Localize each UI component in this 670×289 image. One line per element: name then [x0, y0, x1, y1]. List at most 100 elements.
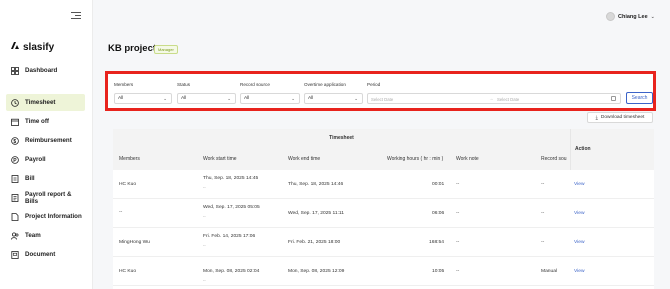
cell-work-end: Mon, Sep. 08, 2025 12:09 [288, 269, 345, 274]
sidebar-item-label: Payroll [25, 156, 46, 163]
column-header-work-note: Work note [456, 156, 479, 162]
table-row: -- Wed, Sep. 17, 2025 05:05 -- Wed, Sep.… [113, 199, 654, 228]
sidebar-item-label: Reimbursement [25, 137, 72, 144]
status-select[interactable]: All ⌄ [177, 93, 236, 104]
cell-work-start-sub: -- [203, 242, 206, 247]
members-select[interactable]: All ⌄ [114, 93, 172, 104]
view-link[interactable]: View [574, 269, 585, 274]
sidebar-item-label: Time off [25, 118, 49, 125]
overtime-filter-label: Overtime application [304, 82, 346, 87]
page-title: KB project [108, 43, 157, 54]
table-row: MingHong Wu Fri. Feb. 14, 2025 17:06 -- … [113, 228, 654, 257]
sidebar-item-label: Project Information [25, 213, 82, 220]
user-menu[interactable]: Chiang Lee ⌄ [606, 12, 655, 21]
column-header-working-hours: Working hours ( hr : min ) [387, 156, 444, 162]
period-end-input[interactable]: Select Date [497, 97, 519, 102]
logo-mark-icon [10, 41, 20, 53]
cell-work-note: -- [456, 269, 460, 274]
sidebar-item-time-off[interactable]: Time off [6, 113, 85, 130]
timesheet-icon [11, 98, 19, 107]
chevron-down-icon: ⌄ [163, 96, 167, 101]
dollar-icon: $ [11, 136, 19, 145]
timesheet-table: Timesheet Action Members Work start time… [113, 129, 654, 289]
chevron-down-icon: ⌄ [291, 96, 295, 101]
sidebar-item-dashboard[interactable]: Dashboard [6, 62, 85, 79]
role-badge: Manager [154, 45, 178, 54]
bill-icon [11, 174, 19, 183]
status-select-value: All [181, 96, 187, 101]
column-header-work-end: Work end time [288, 156, 321, 162]
period-start-input[interactable]: Select Date [371, 97, 393, 102]
sidebar-item-label: Timesheet [25, 99, 56, 106]
record-source-select[interactable]: All ⌄ [240, 93, 300, 104]
cell-member: MingHong Wu [119, 240, 150, 245]
user-name: Chiang Lee [618, 13, 648, 20]
svg-text:$: $ [13, 139, 16, 145]
column-header-work-start: Work start time [203, 156, 237, 162]
cell-work-end: Thu, Sep. 18, 2025 14:46 [288, 182, 344, 187]
download-label: Download timesheet [600, 115, 645, 120]
cell-work-start-sub: -- [203, 277, 206, 282]
cell-work-start: Mon, Sep. 08, 2025 02:04 [203, 269, 260, 274]
view-link[interactable]: View [574, 240, 585, 245]
sidebar-item-timesheet[interactable]: Timesheet [6, 94, 85, 111]
brand-name: slasify [23, 41, 55, 53]
cell-record-source: -- [541, 182, 545, 187]
overtime-select[interactable]: All ⌄ [304, 93, 363, 104]
search-button[interactable]: Search [626, 92, 653, 104]
cell-work-start-sub: -- [203, 213, 206, 218]
sidebar-item-project-information[interactable]: Project Information [6, 208, 85, 225]
table-group-header: Timesheet [113, 129, 570, 147]
collapse-menu-icon[interactable] [71, 12, 81, 21]
cell-working-hours: 168:54 [429, 240, 444, 245]
sidebar-item-payroll[interactable]: P Payroll [6, 151, 85, 168]
folder-icon [11, 250, 19, 259]
cell-record-source: -- [541, 211, 545, 216]
cell-record-source: -- [541, 240, 545, 245]
download-timesheet-button[interactable]: ⤓ Download timesheet [587, 112, 653, 123]
view-link[interactable]: View [574, 211, 585, 216]
sidebar-item-document[interactable]: Document [6, 246, 85, 263]
members-select-value: All [118, 96, 124, 101]
chevron-down-icon: ⌄ [354, 96, 358, 101]
download-icon: ⤓ [595, 114, 598, 121]
sidebar-item-label: Dashboard [25, 67, 58, 74]
cell-member: HC Kuo [119, 182, 137, 187]
calendar-icon [11, 118, 19, 126]
cell-working-hours: 10:05 [432, 269, 445, 274]
cell-working-hours: 06:06 [432, 211, 445, 216]
record-source-select-value: All [244, 96, 250, 101]
sidebar-item-payroll-report[interactable]: Payroll report & Bills [6, 189, 85, 206]
cell-record-source: Manual [541, 269, 558, 274]
report-icon [11, 193, 19, 202]
table-header-row: Members Work start time Work end time Wo… [113, 147, 570, 170]
cell-work-start: Thu, Sep. 18, 2025 14:45 [203, 176, 259, 181]
sidebar-item-team[interactable]: Team [6, 227, 85, 244]
calendar-icon[interactable] [611, 96, 616, 101]
column-header-members: Members [119, 156, 140, 162]
action-column-header: Action [570, 129, 654, 170]
period-range-picker[interactable]: Select Date → Select Date [367, 93, 621, 104]
overtime-select-value: All [308, 96, 314, 101]
cell-work-note: -- [456, 211, 460, 216]
cell-work-note: -- [456, 240, 460, 245]
view-link[interactable]: View [574, 182, 585, 187]
cell-work-start: Fri. Feb. 14, 2025 17:06 [203, 234, 256, 239]
document-icon [11, 212, 19, 221]
sidebar-item-label: Team [25, 232, 41, 239]
arrow-right-icon: → [489, 96, 494, 101]
avatar [606, 12, 615, 21]
column-header-record-source: Record sou [541, 156, 567, 162]
period-filter-label: Period [367, 82, 381, 87]
status-filter-label: Status [177, 82, 191, 87]
brand-logo[interactable]: slasify [10, 41, 54, 53]
cell-member: HC Kuo [119, 269, 137, 274]
cell-member: -- [119, 210, 123, 215]
sidebar-item-reimbursement[interactable]: $ Reimbursement [6, 132, 85, 149]
cell-working-hours: 00:01 [432, 182, 445, 187]
sidebar-item-bill[interactable]: Bill [6, 170, 85, 187]
members-filter-label: Members [114, 82, 134, 87]
table-row: HC Kuo Thu, Sep. 18, 2025 14:45 -- Thu, … [113, 170, 654, 199]
sidebar: slasify Dashboard Timesheet Time off $ R… [0, 0, 93, 289]
payroll-icon: P [11, 155, 19, 164]
